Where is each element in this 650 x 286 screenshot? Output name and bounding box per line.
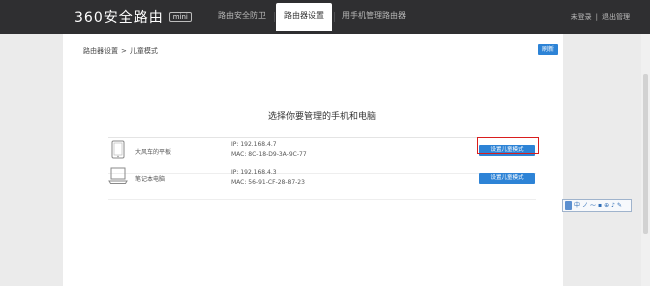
ime-item[interactable]: ノ [582,200,588,211]
breadcrumb: 路由器设置 > 儿童模式 [83,46,158,56]
highlight-box [477,137,539,154]
breadcrumb-current: 儿童模式 [129,47,158,55]
nav-divider [274,12,275,22]
scrollbar-thumb[interactable] [643,74,648,234]
ime-item[interactable]: 中 [574,200,580,211]
main-panel: 路由器设置 > 儿童模式 刷新 选择你要管理的手机和电脑 大风车的平板 IP: … [63,34,563,286]
device-info: IP: 192.168.4.7 MAC: 8C-18-D9-3A-9C-77 [231,140,307,160]
section-title: 选择你要管理的手机和电脑 [267,112,376,122]
ime-item[interactable]: ⊕ [604,200,609,211]
refresh-button[interactable]: 刷新 [538,44,558,55]
ime-logo-icon[interactable] [565,201,572,210]
device-name: 笔记本电脑 [135,176,166,183]
ime-item[interactable]: ▪ [598,200,602,211]
ime-item[interactable]: ⁓ [590,200,596,211]
set-child-mode-button[interactable]: 设置儿童模式 [479,173,535,184]
tab-security-defense[interactable]: 路由安全防卫 [210,0,274,34]
logout-link[interactable]: 退出管理 [602,12,630,22]
user-area: 未登录 | 退出管理 [571,12,630,22]
ime-item[interactable]: ♪ [611,200,615,211]
vertical-scrollbar[interactable] [641,34,650,286]
user-name[interactable]: 未登录 [571,12,592,22]
breadcrumb-parent[interactable]: 路由器设置 [83,46,118,56]
device-name: 大风车的平板 [135,149,172,156]
router-logo[interactable]: 360安全路由 mini [74,8,192,26]
laptop-icon [108,167,128,184]
device-info: IP: 192.168.4.3 MAC: 56-91-CF-28-87-23 [231,168,305,188]
row-divider [108,199,536,200]
logo-text: 360安全路由 [74,10,164,26]
tablet-icon [111,140,125,159]
device-mac: MAC: 8C-18-D9-3A-9C-77 [231,151,307,158]
user-separator: | [595,13,598,21]
device-ip: IP: 192.168.4.3 [231,169,277,176]
device-row: 笔记本电脑 IP: 192.168.4.3 MAC: 56-91-CF-28-8… [108,164,536,200]
nav-divider [334,12,335,22]
logo-mini-badge: mini [168,12,192,22]
tab-mobile-management[interactable]: 用手机管理路由器 [336,0,412,34]
ime-item[interactable]: ✎ [617,200,622,211]
breadcrumb-separator: > [121,47,127,55]
device-mac: MAC: 56-91-CF-28-87-23 [231,179,305,186]
tab-router-settings[interactable]: 路由器设置 [276,3,332,31]
top-header: 360安全路由 mini 路由安全防卫 路由器设置 用手机管理路由器 未登录 |… [0,0,650,34]
device-ip: IP: 192.168.4.7 [231,141,277,148]
ime-toolbar[interactable]: 中 ノ ⁓ ▪ ⊕ ♪ ✎ [562,199,632,212]
